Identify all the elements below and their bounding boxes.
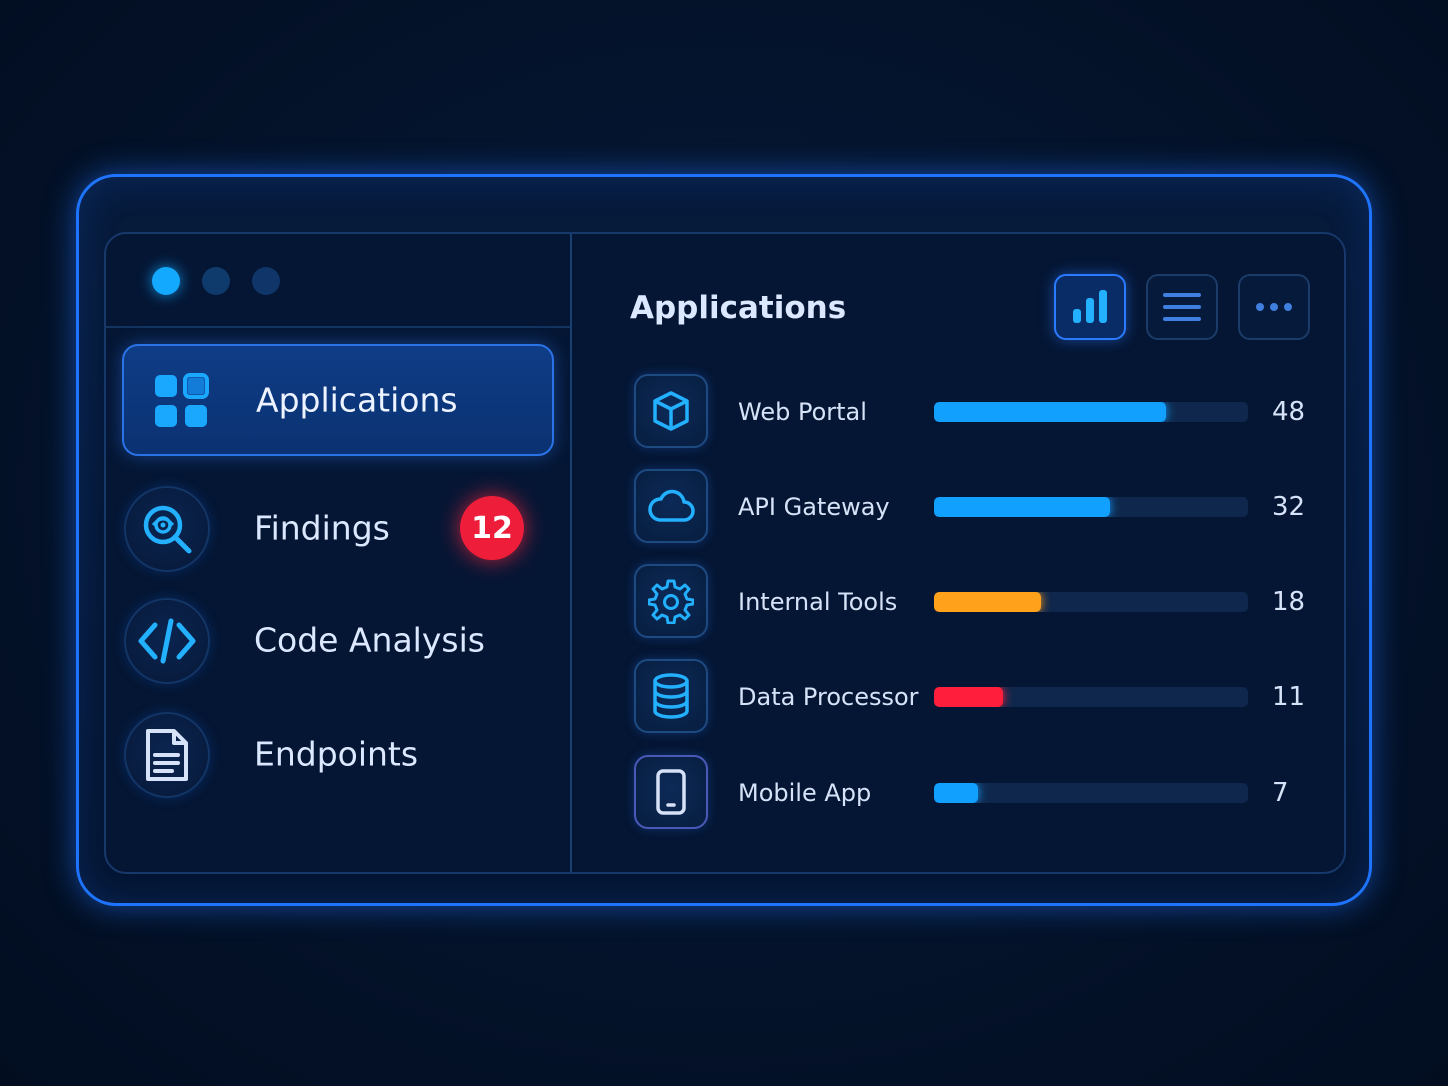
app-row-web-portal[interactable]: Web Portal 48 — [632, 374, 1312, 450]
bar-chart-icon — [1073, 290, 1107, 323]
sidebar-item-label: Endpoints — [254, 734, 419, 774]
app-score-bar-fill — [934, 687, 1004, 707]
app-score-bar-fill — [934, 592, 1041, 612]
app-row-internal-tools[interactable]: Internal Tools 18 — [632, 564, 1312, 640]
more-options-button[interactable] — [1238, 274, 1310, 340]
app-score-bar — [934, 687, 1248, 707]
more-icon — [1256, 303, 1292, 311]
app-score-bar-fill — [934, 783, 978, 803]
window-dot-maximize[interactable] — [252, 267, 280, 295]
grid-icon — [140, 360, 222, 442]
app-count: 32 — [1272, 492, 1306, 522]
app-window: Applications Findings 12 Code Analysis E… — [104, 232, 1346, 874]
cloud-icon — [634, 469, 708, 543]
database-icon — [634, 659, 708, 733]
search-scan-icon — [124, 486, 210, 572]
list-icon — [1163, 293, 1201, 321]
app-row-mobile-app[interactable]: Mobile App 7 — [632, 755, 1312, 831]
app-score-bar-fill — [934, 402, 1167, 422]
gear-icon — [634, 564, 708, 638]
sidebar-item-findings[interactable]: Findings 12 — [122, 472, 554, 584]
chart-view-button[interactable] — [1054, 274, 1126, 340]
main-panel: Applications Web Portal 48 API Gateway 3… — [572, 234, 1344, 872]
findings-count-badge: 12 — [460, 496, 524, 560]
sidebar-item-code-analysis[interactable]: Code Analysis — [122, 584, 554, 696]
app-name: Internal Tools — [738, 588, 898, 616]
app-score-bar — [934, 497, 1248, 517]
app-count: 7 — [1272, 778, 1289, 808]
mobile-icon — [634, 755, 708, 829]
app-score-bar — [934, 402, 1248, 422]
app-score-bar — [934, 783, 1248, 803]
window-dot-minimize[interactable] — [202, 267, 230, 295]
app-name: Web Portal — [738, 398, 867, 426]
app-score-bar-fill — [934, 497, 1110, 517]
sidebar-item-label: Findings — [254, 508, 390, 548]
app-count: 48 — [1272, 397, 1306, 427]
window-dot-close[interactable] — [152, 267, 180, 295]
sidebar: Applications Findings 12 Code Analysis E… — [106, 234, 572, 872]
app-count: 11 — [1272, 682, 1306, 712]
sidebar-item-endpoints[interactable]: Endpoints — [122, 698, 554, 810]
app-score-bar — [934, 592, 1248, 612]
app-name: API Gateway — [738, 493, 890, 521]
document-icon — [124, 712, 210, 798]
code-icon — [124, 598, 210, 684]
app-name: Data Processor — [738, 683, 919, 711]
app-row-data-processor[interactable]: Data Processor 11 — [632, 659, 1312, 735]
app-count: 18 — [1272, 587, 1306, 617]
sidebar-divider — [106, 326, 570, 328]
window-controls — [152, 266, 280, 296]
list-view-button[interactable] — [1146, 274, 1218, 340]
sidebar-item-label: Applications — [256, 380, 458, 420]
sidebar-item-applications[interactable]: Applications — [122, 344, 554, 456]
sidebar-item-label: Code Analysis — [254, 620, 485, 660]
app-row-api-gateway[interactable]: API Gateway 32 — [632, 469, 1312, 545]
page-title: Applications — [630, 290, 847, 326]
cube-icon — [634, 374, 708, 448]
app-name: Mobile App — [738, 779, 872, 807]
